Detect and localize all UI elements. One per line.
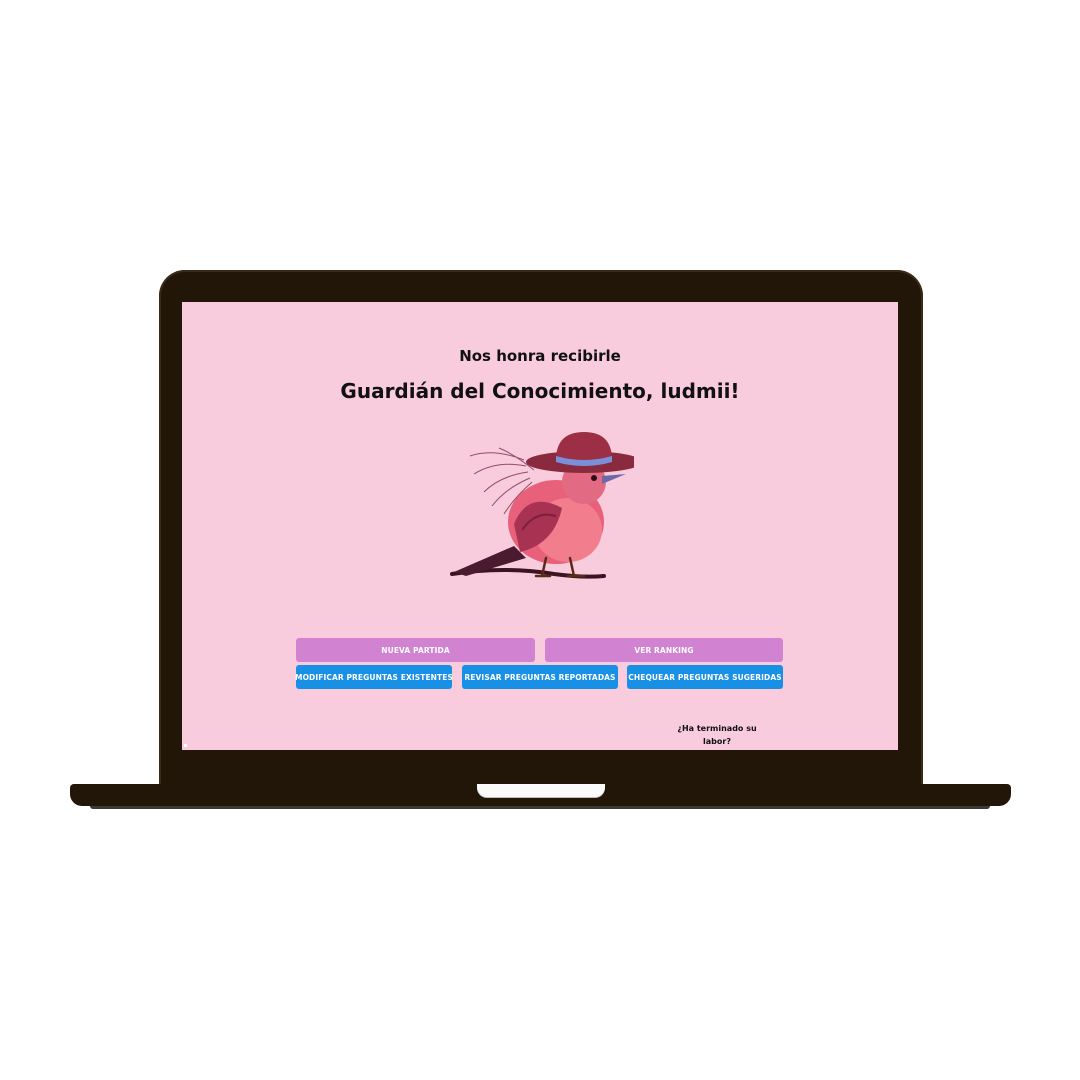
modify-questions-button[interactable]: MODIFICAR PREGUNTAS EXISTENTES xyxy=(295,665,453,689)
page: Nos honra recibirle Guardián del Conocim… xyxy=(0,0,1080,1080)
bird-with-hat-icon xyxy=(450,432,634,579)
laptop-lid: Nos honra recibirle Guardián del Conocim… xyxy=(159,270,923,788)
app-screen: Nos honra recibirle Guardián del Conocim… xyxy=(182,302,898,750)
laptop-notch xyxy=(477,784,605,797)
logout-link[interactable]: ¿Ha terminado su labor? xyxy=(677,722,757,748)
welcome-greeting: Nos honra recibirle xyxy=(459,347,621,365)
review-reported-button[interactable]: REVISAR PREGUNTAS REPORTADAS xyxy=(462,665,618,689)
new-game-button[interactable]: NUEVA PARTIDA xyxy=(296,638,535,662)
welcome-title: Guardián del Conocimiento, ludmii! xyxy=(340,379,740,403)
check-suggested-button[interactable]: CHEQUEAR PREGUNTAS SUGERIDAS xyxy=(627,665,783,689)
screen-corner-mark xyxy=(184,744,187,747)
laptop-base-shadow xyxy=(90,806,990,809)
ranking-button[interactable]: VER RANKING xyxy=(545,638,783,662)
